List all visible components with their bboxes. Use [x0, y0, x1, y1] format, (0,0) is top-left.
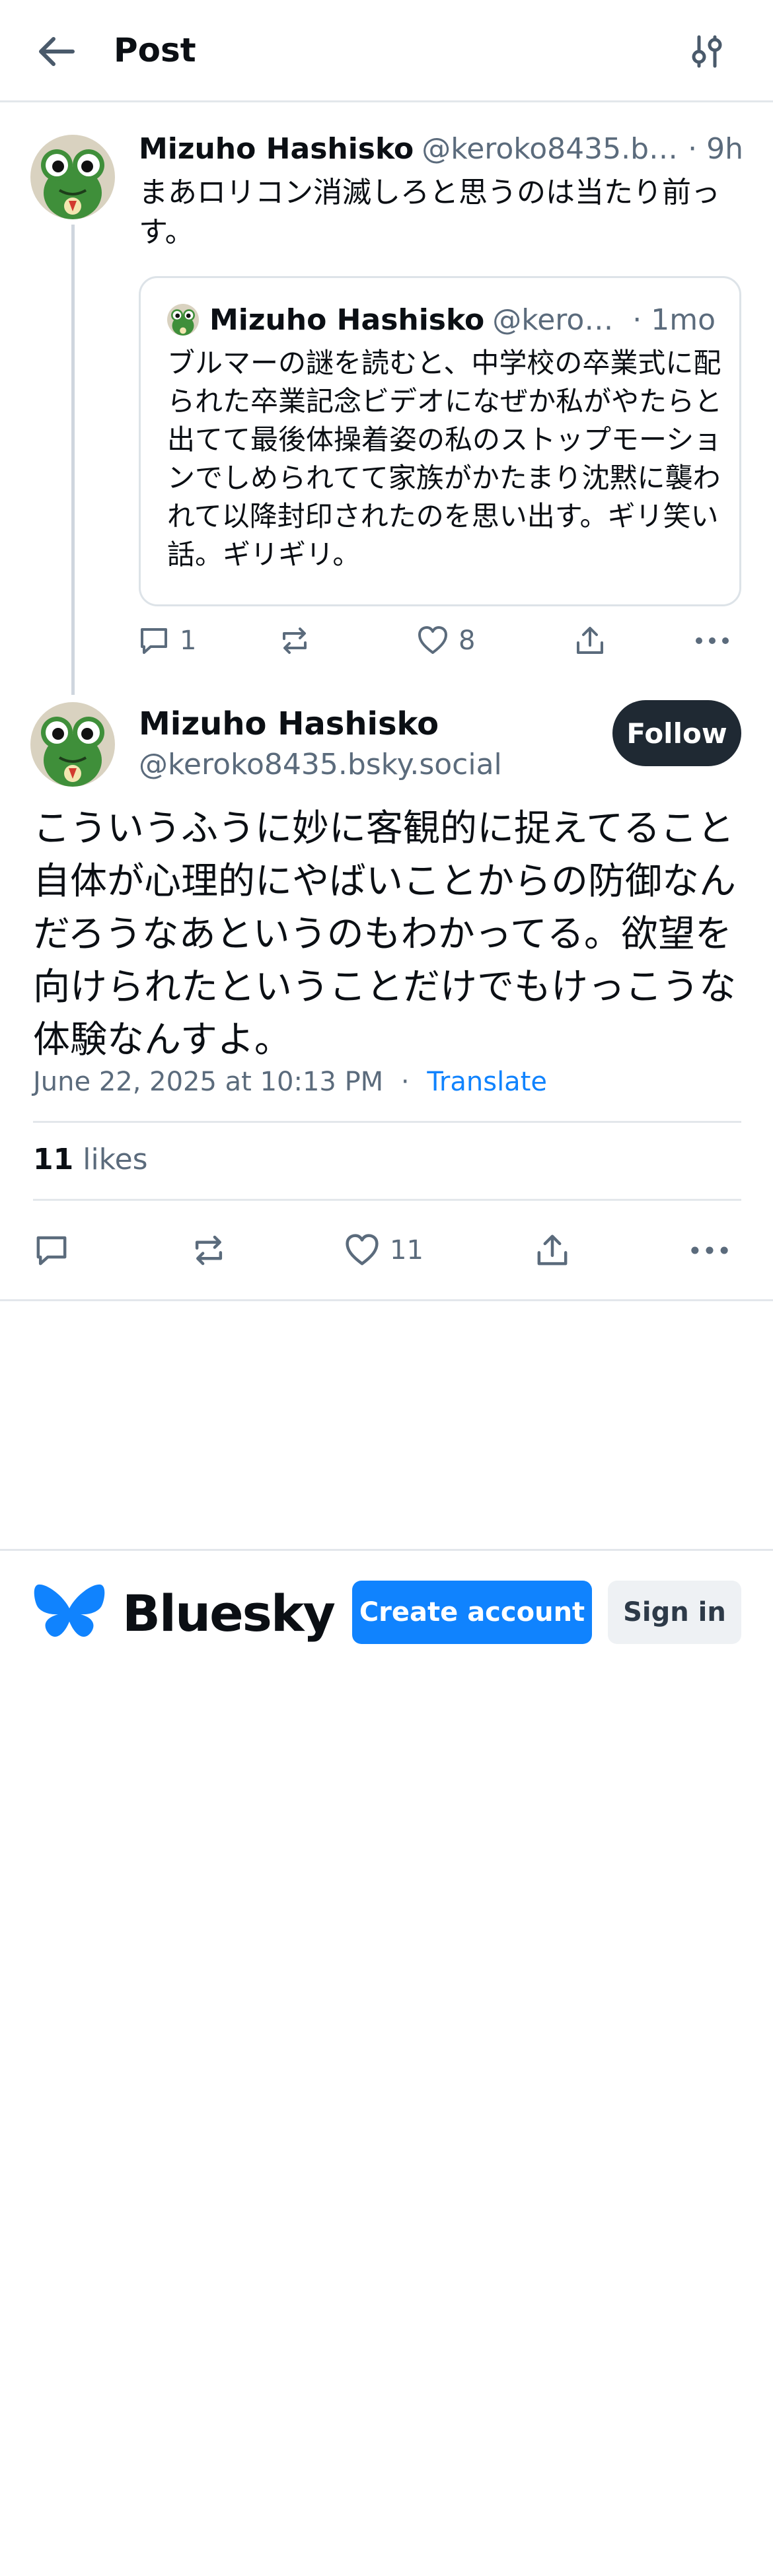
- post-header: Post: [0, 0, 773, 102]
- parent-post-text: まあロリコン消滅しろと思うのは当たり前っす。: [139, 176, 720, 249]
- main-author-name[interactable]: Mizuho Hashisko: [139, 703, 439, 744]
- butterfly-icon: [34, 1584, 105, 1637]
- divider: [33, 1121, 741, 1123]
- sign-in-button[interactable]: Sign in: [608, 1581, 741, 1644]
- quote-post-text: ブルマーの謎を読むと、中学校の卒業式に配られた卒業記念ビデオになぜか私がやたらと…: [167, 347, 723, 571]
- meta-separator: ·: [400, 1067, 410, 1097]
- avatar[interactable]: [30, 135, 115, 219]
- like-count: 11: [390, 1235, 423, 1266]
- like-count: 8: [459, 626, 476, 656]
- quote-post-time: · 1mo: [632, 303, 716, 337]
- likes-label: likes: [83, 1143, 148, 1176]
- frog-avatar-icon: [167, 304, 199, 336]
- author-name[interactable]: Mizuho Hashisko: [139, 132, 414, 166]
- bluesky-logo[interactable]: [33, 1582, 106, 1645]
- follow-button[interactable]: Follow: [612, 700, 741, 766]
- likes-summary[interactable]: 11 likes: [33, 1141, 148, 1178]
- reply-count: 1: [180, 626, 197, 656]
- main-author-handle[interactable]: @keroko8435.bsky.social: [139, 746, 502, 783]
- likes-count: 11: [33, 1143, 74, 1176]
- share-icon: [537, 1234, 568, 1266]
- create-account-button[interactable]: Create account: [352, 1581, 592, 1644]
- quote-post-header: Mizuho Hashisko @keroko8... · 1mo: [167, 301, 716, 338]
- repost-button[interactable]: [190, 1232, 228, 1269]
- quote-avatar: [167, 304, 199, 336]
- avatar[interactable]: [30, 702, 115, 787]
- quote-post-card[interactable]: Mizuho Hashisko @keroko8... · 1mo ブルマーの謎…: [139, 276, 741, 606]
- frog-avatar-icon: [30, 702, 115, 787]
- main-post-text: こういうふうに妙に客観的に捉えてること自体が心理的にやばいことからの防御なんだろ…: [33, 807, 736, 1061]
- more-options-button[interactable]: [689, 1232, 730, 1269]
- divider: [0, 1299, 773, 1301]
- repost-icon: [195, 1235, 223, 1266]
- reply-icon: [141, 628, 167, 654]
- quote-author-handle: @keroko8...: [492, 303, 627, 337]
- heart-icon: [346, 1234, 379, 1266]
- reply-button[interactable]: 1: [137, 624, 196, 657]
- quote-author-name: Mizuho Hashisko: [209, 303, 485, 337]
- brand-name: Bluesky: [122, 1584, 336, 1643]
- share-button[interactable]: [534, 1232, 571, 1269]
- post-timestamp[interactable]: June 22, 2025 at 10:13 PM: [33, 1067, 383, 1097]
- share-button[interactable]: [573, 624, 607, 657]
- like-button[interactable]: 8: [416, 624, 475, 657]
- repost-icon: [283, 627, 307, 654]
- divider: [33, 1199, 741, 1201]
- more-options-button[interactable]: [694, 624, 731, 657]
- reply-button[interactable]: [33, 1232, 70, 1269]
- post-time[interactable]: · 9h: [688, 132, 743, 166]
- thread-settings-button[interactable]: [684, 30, 730, 73]
- share-icon: [577, 627, 603, 654]
- translate-link[interactable]: Translate: [427, 1067, 547, 1097]
- repost-button[interactable]: [277, 624, 312, 657]
- divider: [0, 1549, 773, 1551]
- frog-avatar-icon: [30, 135, 115, 219]
- ellipsis-icon: [696, 637, 729, 644]
- heart-icon: [418, 626, 447, 654]
- ellipsis-icon: [691, 1246, 728, 1254]
- author-handle[interactable]: @keroko8435.bsk...: [422, 132, 682, 166]
- thread-line: [71, 225, 75, 695]
- page-title: Post: [114, 31, 196, 69]
- reply-icon: [36, 1236, 67, 1266]
- arrow-left-icon: [39, 36, 75, 66]
- post-meta: June 22, 2025 at 10:13 PM · Translate: [33, 1063, 547, 1100]
- sliders-icon: [692, 35, 722, 67]
- parent-post-header: Mizuho Hashisko @keroko8435.bsk... · 9h: [139, 132, 743, 172]
- like-button[interactable]: 11: [344, 1232, 423, 1269]
- back-button[interactable]: [33, 30, 79, 73]
